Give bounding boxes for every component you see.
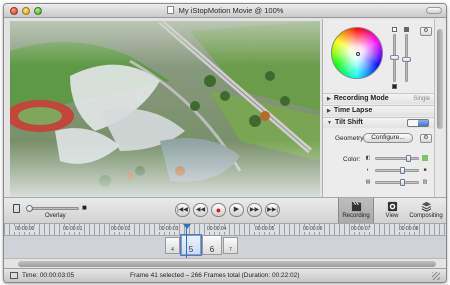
status-time: Time: 00:00:03:05 <box>22 272 75 279</box>
overlay-slider[interactable] <box>26 205 79 212</box>
movie-preview[interactable] <box>10 21 320 196</box>
document-icon <box>166 6 174 14</box>
preview-image <box>10 21 320 196</box>
view-icon <box>387 201 397 212</box>
green-swatch <box>422 155 428 161</box>
resize-grip-icon[interactable] <box>432 272 440 280</box>
inspector-panel: ⚙ ▶ Recording Mode Single ▶ Time Lapse ▼ Ti… <box>322 19 435 197</box>
color-slider-3-knob[interactable] <box>400 179 405 186</box>
tilt-shift-toggle[interactable] <box>407 119 429 127</box>
tab-view[interactable]: View <box>374 198 410 224</box>
tab-compositing-label: Compositing <box>409 213 443 219</box>
contrast-icon: ◐ <box>366 167 370 173</box>
ruler-tick: 00:00:05 <box>254 226 276 232</box>
go-to-end-button[interactable]: ▶▶| <box>265 203 280 217</box>
step-back-button[interactable]: ◀◀ <box>193 203 208 217</box>
time-ruler[interactable]: 00:00:00 00:00:01 00:00:02 00:00:03 00:0… <box>4 224 446 236</box>
saturation-slider-knob[interactable] <box>402 57 411 62</box>
go-to-start-button[interactable]: |◀◀ <box>175 203 190 217</box>
color-wheel[interactable] <box>331 27 383 79</box>
ruler-tick: 00:00:00 <box>14 226 36 232</box>
timecode-icon <box>10 272 18 279</box>
geometry-gear-icon[interactable]: ⚙ <box>420 134 432 143</box>
frame-thumbnail-current[interactable]: 5 <box>180 234 202 256</box>
overlay-left-icon <box>13 204 20 213</box>
brightness-icon: ◧ <box>365 155 371 161</box>
color-label: Color: <box>343 156 361 163</box>
timeline-scroll-thumb[interactable] <box>18 261 436 267</box>
tab-recording[interactable]: Recording <box>338 198 374 224</box>
playhead-handle[interactable] <box>183 224 191 229</box>
section-time-lapse[interactable]: ▶ Time Lapse <box>323 105 435 116</box>
saturation-max-icon: ▥ <box>422 179 428 185</box>
disclosure-right-icon: ▶ <box>327 96 331 102</box>
section-recording-mode[interactable]: ▶ Recording Mode Single <box>323 93 435 104</box>
section-time-lapse-label: Time Lapse <box>333 107 373 114</box>
tab-recording-label: Recording <box>342 213 370 219</box>
status-frame-info: Frame 41 selected – 266 Frames total (Du… <box>130 272 300 279</box>
saturation-icon: ▤ <box>365 179 371 185</box>
frame-thumbnail[interactable]: 7 <box>223 237 238 254</box>
frame-thumbnail[interactable]: 4 <box>165 237 180 254</box>
status-bar: Time: 00:00:03:05 Frame 41 selected – 26… <box>4 268 446 282</box>
color-slider-3[interactable] <box>375 179 419 186</box>
ruler-tick: 00:00:01 <box>62 226 84 232</box>
tab-view-label: View <box>385 213 399 219</box>
frame-thumbnail[interactable]: 6 <box>202 235 222 255</box>
color-wheel-handle[interactable] <box>356 52 360 56</box>
tab-compositing[interactable]: Compositing <box>408 198 444 224</box>
brightness-slider-knob[interactable] <box>390 55 399 60</box>
brightness-slider[interactable] <box>390 34 399 82</box>
step-forward-button[interactable]: ▶▶ <box>247 203 262 217</box>
ruler-tick: 00:00:02 <box>110 226 132 232</box>
section-tilt-shift-label: Tilt Shift <box>334 119 363 126</box>
ruler-tick: 00:00:06 <box>302 226 324 232</box>
saturation-slider[interactable] <box>402 34 411 82</box>
clapperboard-icon <box>351 201 361 212</box>
gear-icon[interactable]: ⚙ <box>420 27 432 36</box>
overlay-label: Overlay <box>45 213 66 219</box>
frame-strip: 4 5 6 7 <box>165 234 238 256</box>
title-bar: My iStopMotion Movie @ 100% <box>4 4 446 18</box>
timeline[interactable]: 00:00:00 00:00:01 00:00:02 00:00:03 00:0… <box>4 223 446 268</box>
ruler-tick: 00:00:04 <box>206 226 228 232</box>
inspector-scroll-thumb[interactable] <box>437 29 443 129</box>
color-slider-2[interactable] <box>375 167 419 174</box>
gray-swatch <box>404 27 409 32</box>
section-recording-mode-label: Recording Mode <box>333 95 389 102</box>
disclosure-down-icon: ▼ <box>327 120 332 126</box>
record-button[interactable]: ● <box>211 203 226 217</box>
window-title-wrap: My iStopMotion Movie @ 100% <box>4 6 446 15</box>
toolbar-toggle-button[interactable] <box>426 7 442 14</box>
window-title: My iStopMotion Movie @ 100% <box>178 6 284 15</box>
recording-mode-value: Single <box>413 96 430 102</box>
ruler-tick: 00:00:07 <box>350 226 372 232</box>
app-window: My iStopMotion Movie @ 100% ⚙ ▶ Recordin… <box>3 3 447 283</box>
contrast-max-icon: ■ <box>423 167 427 173</box>
transport-bar: ■ Overlay |◀◀ ◀◀ ● ▶ ▶▶ ▶▶| Recording Vi… <box>4 197 446 224</box>
ruler-tick: 00:00:03 <box>158 226 180 232</box>
color-slider-1-knob[interactable] <box>406 155 411 162</box>
timeline-scrollbar[interactable] <box>4 258 446 268</box>
play-button[interactable]: ▶ <box>229 203 244 217</box>
overlay-slider-knob[interactable] <box>26 205 33 212</box>
ruler-tick: 00:00:08 <box>398 226 420 232</box>
inspector-scrollbar[interactable] <box>434 19 445 197</box>
section-tilt-shift[interactable]: ▼ Tilt Shift <box>323 117 435 128</box>
configure-button[interactable]: Configure... <box>363 133 413 143</box>
white-swatch <box>392 27 397 32</box>
camera-icon: ■ <box>82 203 87 212</box>
disclosure-right-icon: ▶ <box>327 108 331 114</box>
geometry-label: Geometry: <box>335 135 366 142</box>
color-slider-2-knob[interactable] <box>400 167 405 174</box>
color-slider-1[interactable] <box>375 155 419 162</box>
layers-icon <box>421 201 431 212</box>
black-swatch <box>392 84 397 89</box>
